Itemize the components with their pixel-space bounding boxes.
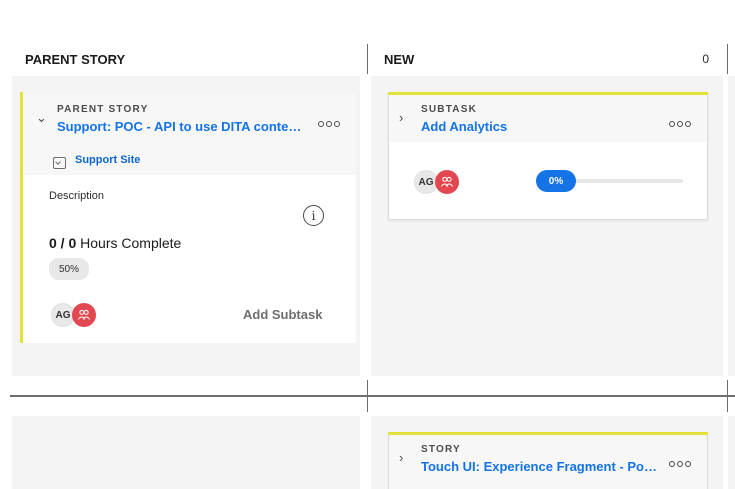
team-avatar-icon[interactable]: [72, 303, 96, 327]
more-options-icon[interactable]: [669, 114, 693, 130]
hours-complete: 0 / 0 Hours Complete: [49, 235, 181, 251]
story-card[interactable]: › STORY Touch UI: Experience Fragment - …: [388, 432, 708, 489]
column-divider: [727, 380, 728, 412]
info-icon[interactable]: i: [303, 205, 324, 226]
parent-story-card[interactable]: ⌄ PARENT STORY Support: POC - API to use…: [20, 92, 356, 343]
project-link[interactable]: Support Site: [75, 154, 140, 166]
progress-badge: 0%: [536, 170, 576, 192]
chevron-right-icon[interactable]: ›: [399, 450, 403, 465]
chevron-down-icon[interactable]: ⌄: [36, 110, 47, 126]
hours-done: 0: [49, 235, 57, 251]
card-accent-bar: [388, 92, 708, 95]
card-header: [389, 92, 707, 142]
card-title-link[interactable]: Touch UI: Experience Fragment - Port ...: [421, 459, 661, 474]
team-avatar-icon[interactable]: [435, 170, 459, 194]
column-header-parent-story: PARENT STORY: [25, 51, 126, 67]
swimlane-divider: [10, 395, 735, 397]
project-icon: [53, 157, 66, 169]
add-subtask-button[interactable]: Add Subtask: [243, 307, 322, 322]
card-title-link[interactable]: Support: POC - API to use DITA content..…: [57, 119, 307, 134]
hours-label: Hours Complete: [76, 235, 182, 251]
card-type-label: SUBTASK: [421, 104, 477, 115]
swimlane-next: [728, 76, 735, 376]
column-header-new: NEW: [384, 51, 415, 67]
swimlane-parent-story-2: [12, 416, 360, 489]
more-options-icon[interactable]: [669, 454, 693, 470]
card-type-label: STORY: [421, 444, 461, 455]
subtask-card[interactable]: › SUBTASK Add Analytics AG 0%: [388, 92, 708, 220]
column-divider: [727, 44, 728, 74]
progress-track: [559, 179, 683, 183]
column-divider: [367, 380, 368, 412]
description-label: Description: [49, 190, 105, 202]
card-accent-bar: [388, 432, 708, 435]
percent-complete-badge: 50%: [49, 258, 89, 280]
card-title-link[interactable]: Add Analytics: [421, 119, 661, 134]
more-options-icon[interactable]: [318, 114, 342, 130]
chevron-right-icon[interactable]: ›: [399, 110, 403, 125]
column-divider: [367, 44, 368, 74]
card-type-label: PARENT STORY: [57, 104, 149, 115]
card-accent-bar: [20, 92, 23, 343]
hours-separator: /: [56, 235, 69, 251]
swimlane-next-2: [728, 416, 735, 489]
column-count-new: 0: [702, 52, 709, 66]
